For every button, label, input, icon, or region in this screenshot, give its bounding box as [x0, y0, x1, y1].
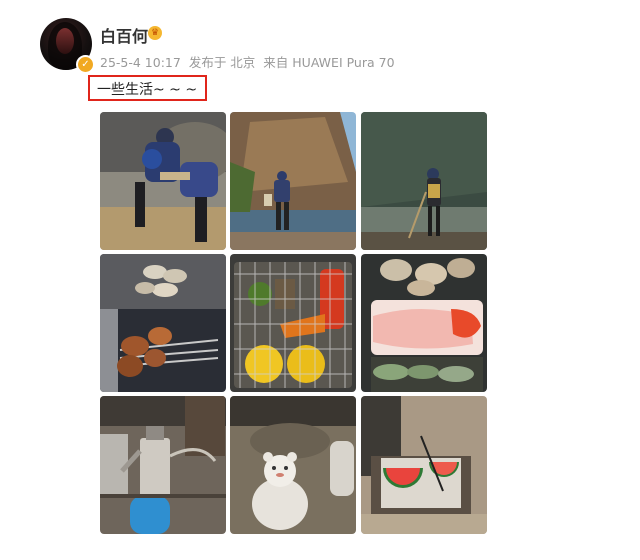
crown-icon: ♛ — [148, 26, 162, 40]
username[interactable]: 白百何 — [100, 23, 148, 47]
photo-7-image — [100, 396, 226, 534]
photo-4-image — [100, 254, 226, 392]
post-location: 发布于 北京 — [188, 55, 256, 70]
photo-1-image — [100, 112, 226, 250]
photo-7[interactable] — [100, 396, 226, 534]
photo-4[interactable] — [100, 254, 226, 392]
photo-8-image — [230, 396, 356, 534]
photo-9-image — [361, 396, 487, 534]
photo-3-image — [361, 112, 487, 250]
photo-8[interactable] — [230, 396, 356, 534]
photo-6[interactable] — [361, 254, 487, 392]
post-text: 一些生活~ ~ ~ — [97, 82, 198, 98]
photo-6-image — [361, 254, 487, 392]
photo-1[interactable] — [100, 112, 226, 250]
post-meta: 25-5-4 10:17 发布于 北京 来自 HUAWEI Pura 70 — [100, 52, 399, 71]
avatar-face — [56, 28, 74, 54]
photo-2[interactable] — [230, 112, 356, 250]
photo-3[interactable] — [361, 112, 487, 250]
weibo-post: ✓ 白百何 ♛ 25-5-4 10:17 发布于 北京 来自 HUAWEI Pu… — [0, 0, 640, 560]
photo-2-image — [230, 112, 356, 250]
verified-badge-icon: ✓ — [76, 55, 95, 74]
photo-5-image — [230, 254, 356, 392]
photo-9[interactable] — [361, 396, 487, 534]
photo-5[interactable] — [230, 254, 356, 392]
post-device: 来自 HUAWEI Pura 70 — [263, 55, 395, 70]
post-date[interactable]: 25-5-4 10:17 — [100, 55, 181, 70]
